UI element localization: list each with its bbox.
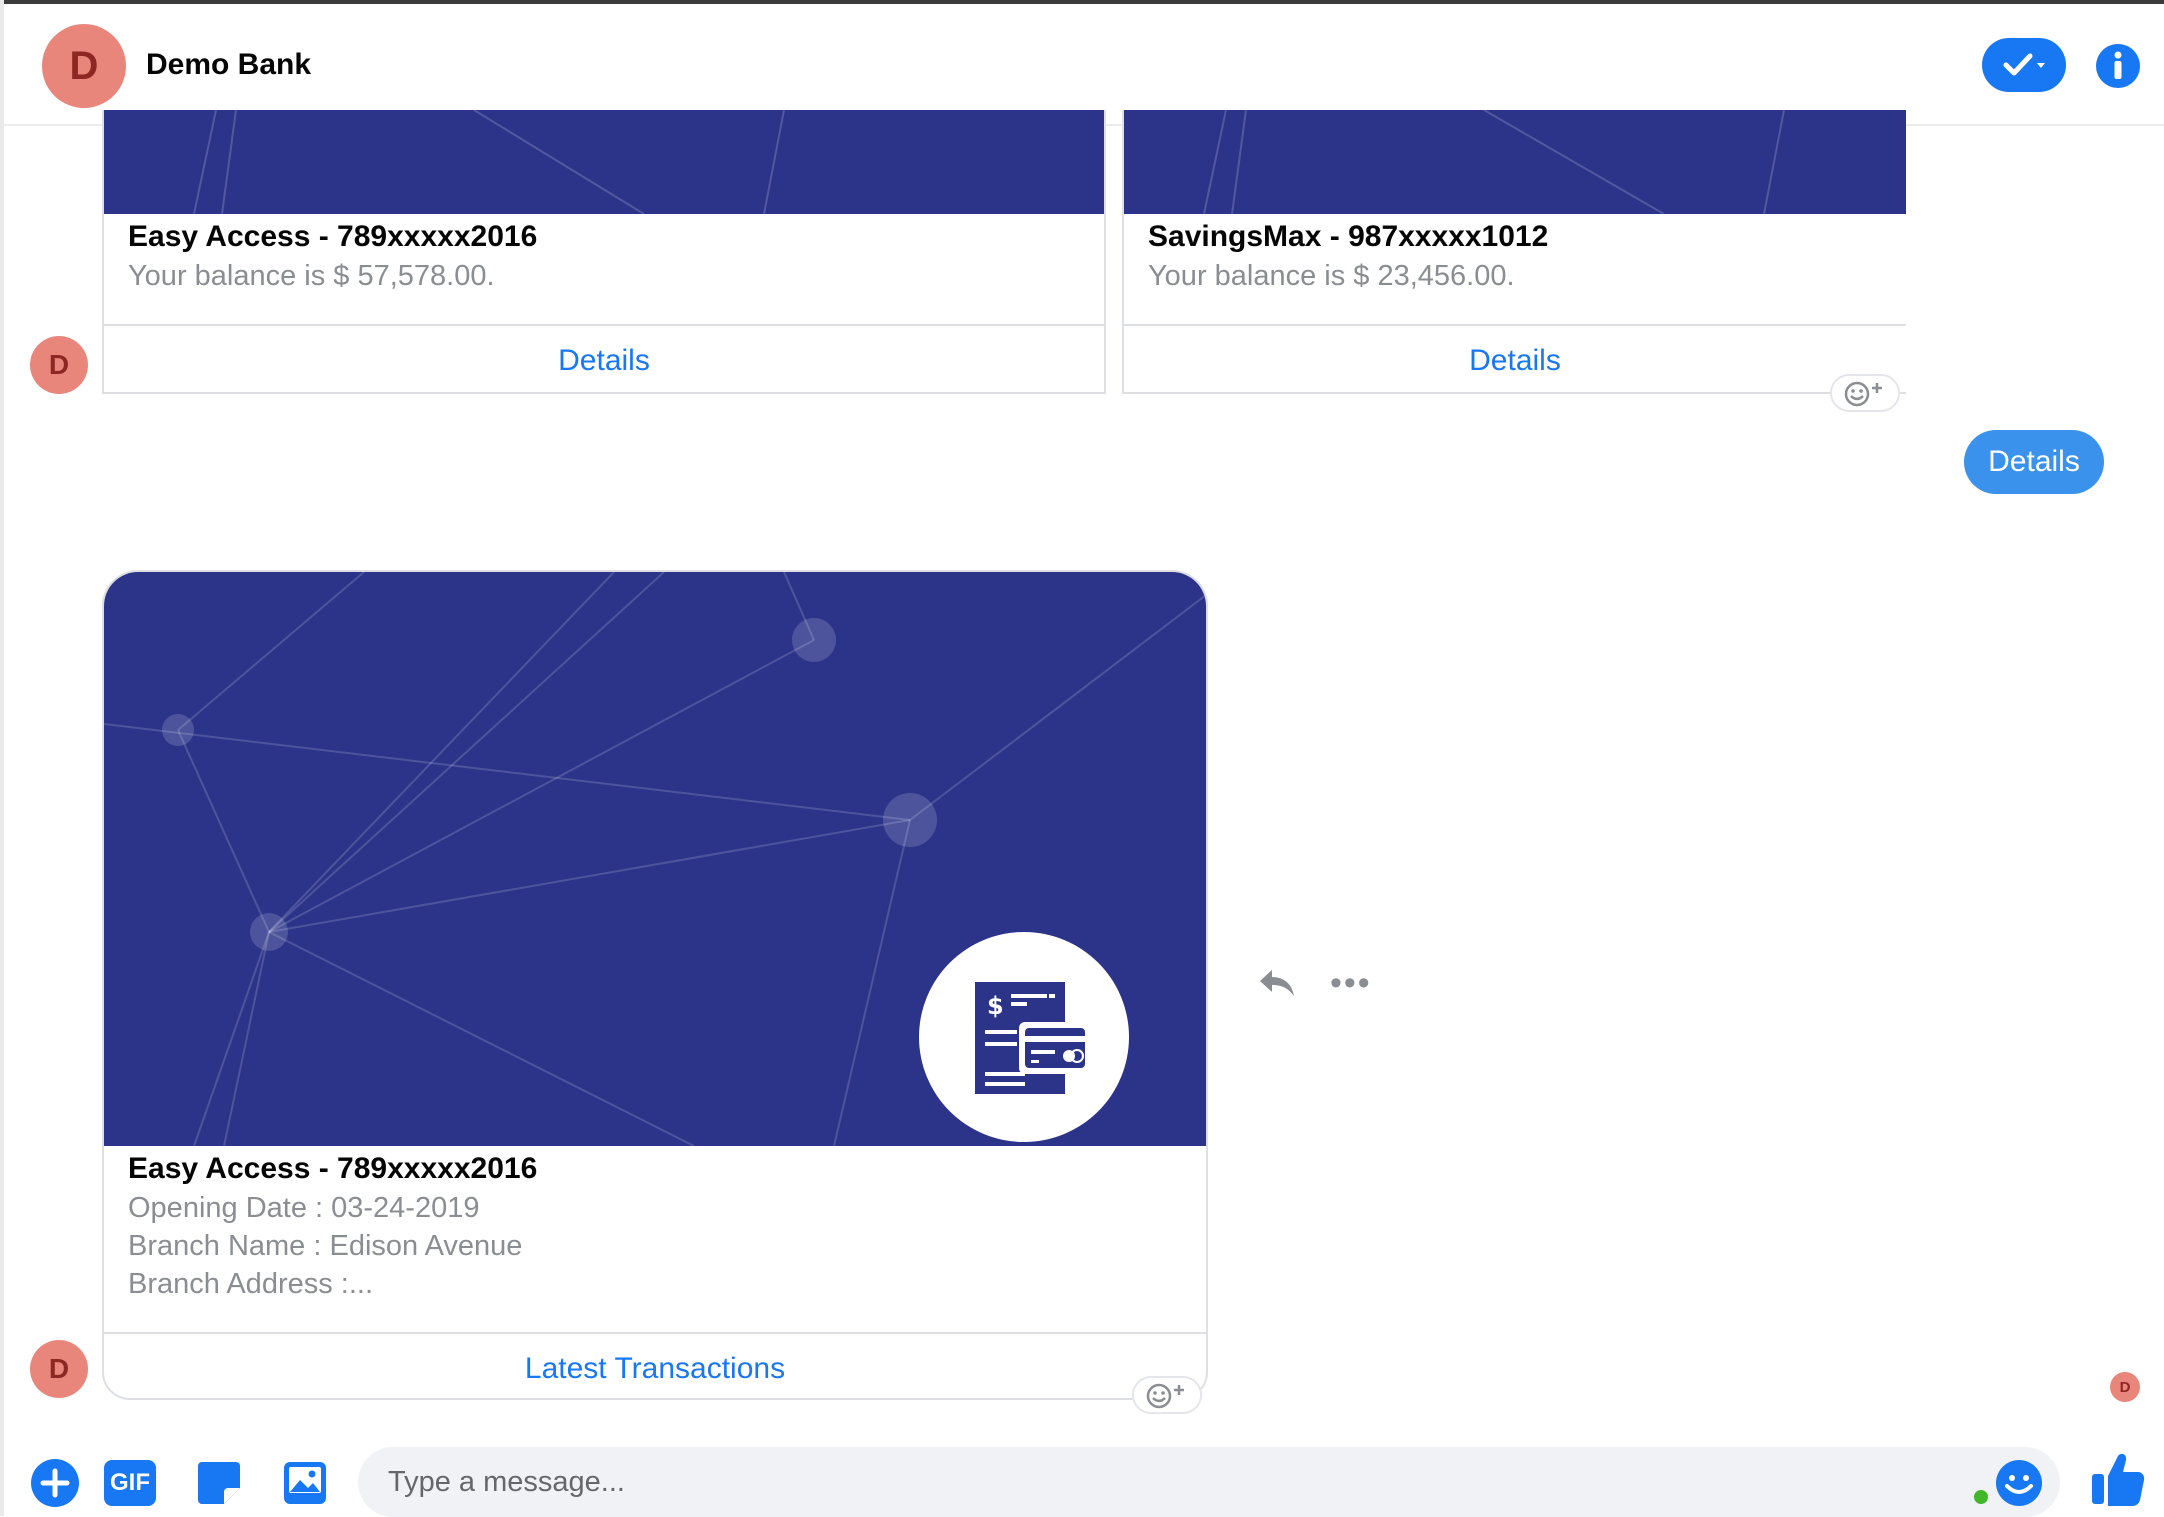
bot-avatar[interactable]: D <box>30 336 88 394</box>
details-button[interactable]: Details <box>1124 344 1906 378</box>
card-divider <box>104 324 1104 326</box>
opening-date: Opening Date : 03-24-2019 <box>128 1192 480 1224</box>
page-avatar[interactable]: D <box>42 24 126 108</box>
conversation-title[interactable]: Demo Bank <box>146 48 311 82</box>
branch-name: Branch Name : Edison Avenue <box>128 1230 523 1262</box>
photo-icon[interactable] <box>282 1460 328 1506</box>
add-reaction-button[interactable] <box>1830 374 1900 412</box>
smiley-plus-icon <box>1146 1383 1184 1409</box>
more-options-icon[interactable]: ••• <box>1330 966 1372 1000</box>
thumbs-up-icon[interactable] <box>2090 1450 2146 1508</box>
network-pattern-decoration <box>193 110 785 214</box>
smiley-plus-icon <box>1844 381 1882 407</box>
user-message-bubble[interactable]: Details <box>1964 430 2104 494</box>
sticker-icon[interactable] <box>196 1460 242 1506</box>
card-header-image <box>1124 110 1906 214</box>
account-card-easy-access: Easy Access - 789xxxxx2016 Your balance … <box>102 110 1106 394</box>
bot-avatar[interactable]: D <box>30 1340 88 1398</box>
card-header-image <box>104 110 1104 214</box>
seen-avatar: D <box>2110 1372 2140 1402</box>
card-divider <box>1124 324 1906 326</box>
card-title: Easy Access - 789xxxxx2016 <box>128 220 538 253</box>
svg-text:$: $ <box>987 992 1004 1020</box>
card-subtitle: Your balance is $ 23,456.00. <box>1148 260 1515 292</box>
branch-address: Branch Address :... <box>128 1268 374 1300</box>
card-title: Easy Access - 789xxxxx2016 <box>128 1152 538 1185</box>
emoji-icon[interactable] <box>1994 1458 2044 1508</box>
statement-card-icon: $ <box>975 982 1091 1094</box>
card-title: SavingsMax - 987xxxxx1012 <box>1148 220 1549 253</box>
card-subtitle: Your balance is $ 57,578.00. <box>128 260 495 292</box>
account-detail-card: $ Easy Access - 789xxxxx2016 Opening Dat… <box>102 570 1208 1400</box>
card-divider <box>104 1332 1206 1334</box>
message-input[interactable] <box>358 1447 2060 1517</box>
network-pattern-decoration <box>1203 110 1785 214</box>
account-card-savingsmax: SavingsMax - 987xxxxx1012 Your balance i… <box>1122 110 1906 394</box>
details-button[interactable]: Details <box>104 344 1104 378</box>
latest-transactions-button[interactable]: Latest Transactions <box>104 1352 1206 1386</box>
checkmark-dropdown-icon <box>2003 53 2045 76</box>
reply-icon[interactable] <box>1258 968 1296 998</box>
active-status-dot <box>1974 1490 1988 1504</box>
window-left-border <box>0 0 4 1516</box>
info-icon[interactable] <box>2094 42 2142 90</box>
conversation-header: D Demo Bank <box>4 4 2164 126</box>
card-header-image: $ <box>104 572 1206 1146</box>
account-icon-badge: $ <box>919 932 1129 1142</box>
add-reaction-button[interactable] <box>1132 1376 1202 1414</box>
gif-button[interactable]: GIF <box>104 1460 156 1506</box>
mark-done-button[interactable] <box>1982 38 2066 92</box>
plus-icon[interactable] <box>30 1458 80 1508</box>
